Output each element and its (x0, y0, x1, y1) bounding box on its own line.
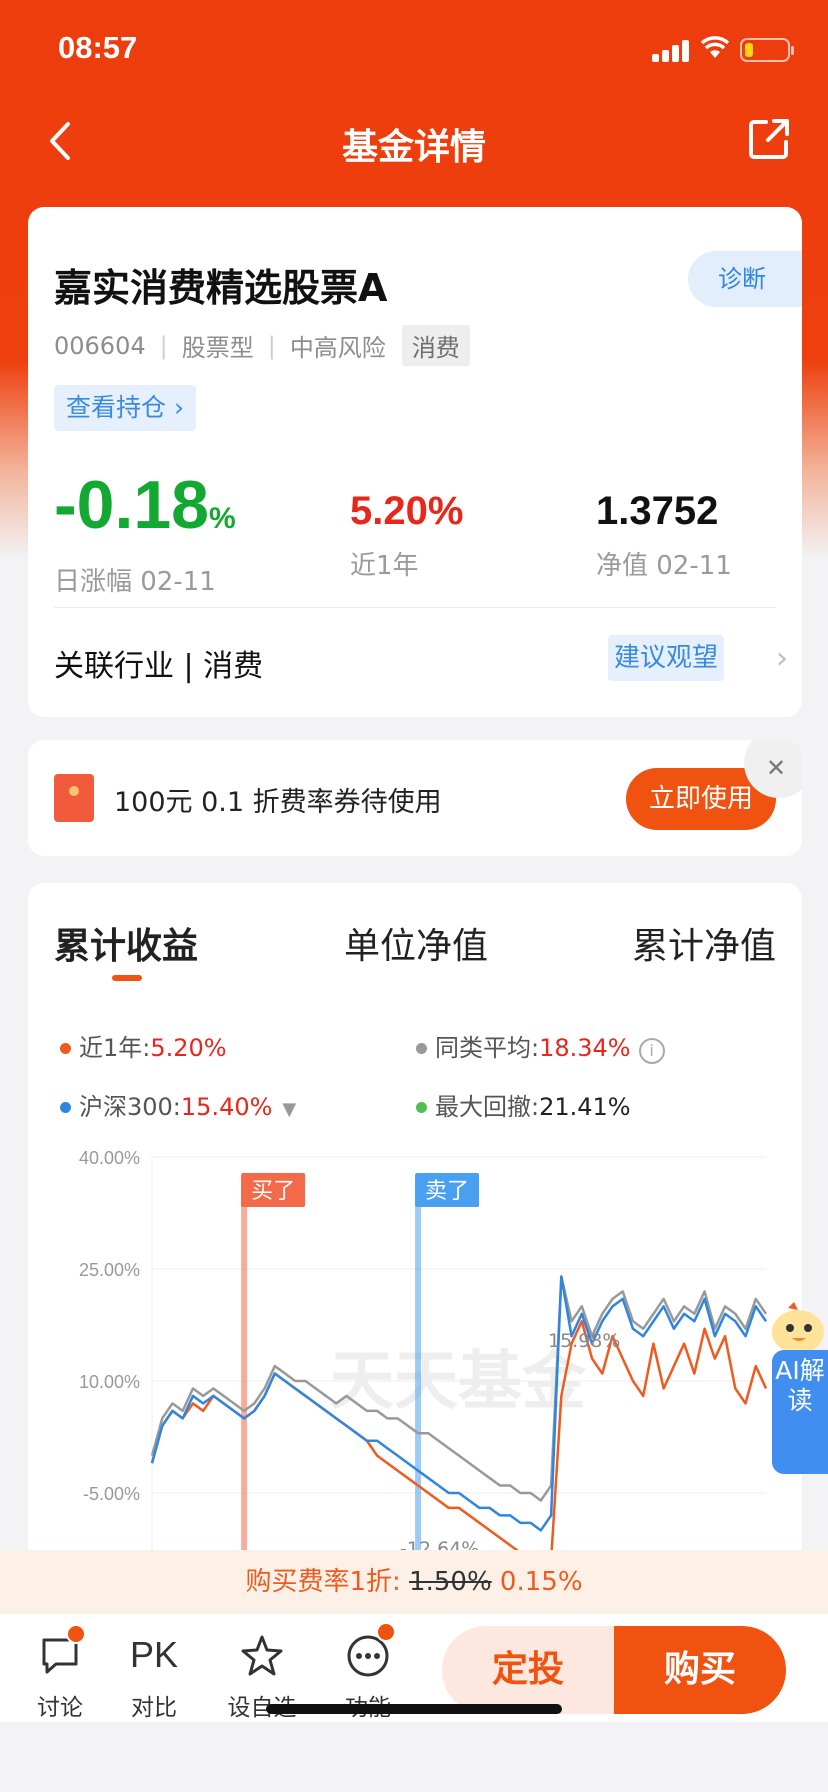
fund-name: 嘉实消费精选股票A (54, 266, 388, 310)
signal-icon (652, 40, 690, 62)
buy-button[interactable]: 购买 (614, 1626, 786, 1714)
advice-badge[interactable]: 建议观望 (608, 635, 725, 681)
watermark-text: 天天基金 (330, 1345, 587, 1419)
nav-metric: 1.3752 净值 02-11 (596, 483, 732, 582)
divider: | (159, 331, 168, 360)
divider (54, 607, 776, 608)
notification-badge (66, 1624, 86, 1644)
discuss-label: 讨论 (37, 1695, 83, 1721)
fee-original: 1.50% (409, 1567, 492, 1597)
fee-prefix: 购买费率1折: (245, 1567, 410, 1597)
battery-icon (740, 38, 794, 62)
fund-type: 股票型 (181, 334, 254, 362)
coupon-banner: 100元 0.1 折费率券待使用 立即使用 ✕ (28, 740, 802, 856)
ai-assistant-label[interactable]: AI解读 (772, 1350, 828, 1474)
home-area (0, 1722, 828, 1792)
daily-change-value: -0.18 (54, 467, 209, 543)
daily-change-unit: % (209, 502, 236, 535)
share-icon[interactable] (746, 116, 792, 162)
fund-tag[interactable]: 消费 (401, 325, 470, 366)
cumulative-return-chart[interactable]: 40.00%25.00%10.00%-5.00%天天基金买了 卖了15.98%-1… (28, 883, 802, 1643)
red-envelope-icon (54, 774, 94, 822)
fund-summary-card: 诊断 嘉实消费精选股票A 006604 | 股票型 | 中高风险 消费 查看持仓… (28, 207, 802, 717)
fund-code: 006604 (54, 331, 146, 360)
y-tick-label: 25.00% (79, 1260, 140, 1280)
page-title: 基金详情 (341, 127, 486, 168)
view-holdings-button[interactable]: 查看持仓 › (54, 385, 196, 431)
status-time: 08:57 (58, 30, 138, 65)
pk-icon: PK (129, 1634, 179, 1675)
year-return-metric: 5.20% 近1年 (350, 483, 463, 582)
ai-assistant-button[interactable]: AI解读 (764, 1290, 828, 1474)
daily-change-label: 日涨幅 02-11 (54, 567, 216, 597)
chart-card: 累计收益 单位净值 累计净值 近1年:5.20% 同类平均:18.34% i 沪深… (28, 883, 802, 1643)
fee-discounted: 0.15% (499, 1567, 583, 1597)
y-tick-label: 40.00% (79, 1148, 140, 1168)
marker-label: 卖了 (425, 1179, 469, 1204)
notification-badge (376, 1622, 396, 1642)
year-return-value: 5.20% (350, 489, 464, 533)
nav-bar: 基金详情 (0, 96, 828, 186)
fund-meta: 006604 | 股票型 | 中高风险 消费 (54, 325, 470, 366)
diagnose-button[interactable]: 诊断 (688, 251, 802, 307)
related-industry[interactable]: 关联行业 | 消费 (54, 641, 263, 685)
marker-label: 买了 (251, 1179, 295, 1204)
mascot-icon (772, 1302, 824, 1354)
divider: | (267, 331, 276, 360)
chevron-right-icon[interactable]: › (776, 641, 788, 676)
nav-value: 1.3752 (596, 489, 719, 533)
star-icon (241, 1635, 283, 1676)
coupon-text: 100元 0.1 折费率券待使用 (114, 787, 442, 818)
fund-risk: 中高风险 (289, 334, 386, 362)
auto-invest-button[interactable]: 定投 (442, 1626, 614, 1714)
annotation-peak: 15.98% (548, 1330, 620, 1352)
fee-discount-bar: 购买费率1折: 1.50% 0.15% (0, 1550, 828, 1614)
wifi-icon (700, 36, 730, 58)
status-bar: 08:57 (0, 0, 828, 96)
year-return-label: 近1年 (350, 551, 419, 581)
discuss-button[interactable]: 讨论 (20, 1624, 100, 1722)
compare-button[interactable]: PK 对比 (114, 1630, 194, 1722)
compare-label: 对比 (131, 1695, 177, 1721)
y-tick-label: -5.00% (83, 1484, 140, 1504)
y-tick-label: 10.00% (79, 1372, 140, 1392)
home-indicator[interactable] (266, 1704, 562, 1714)
daily-change-metric: -0.18% 日涨幅 02-11 (54, 469, 236, 598)
nav-label: 净值 02-11 (596, 551, 732, 581)
